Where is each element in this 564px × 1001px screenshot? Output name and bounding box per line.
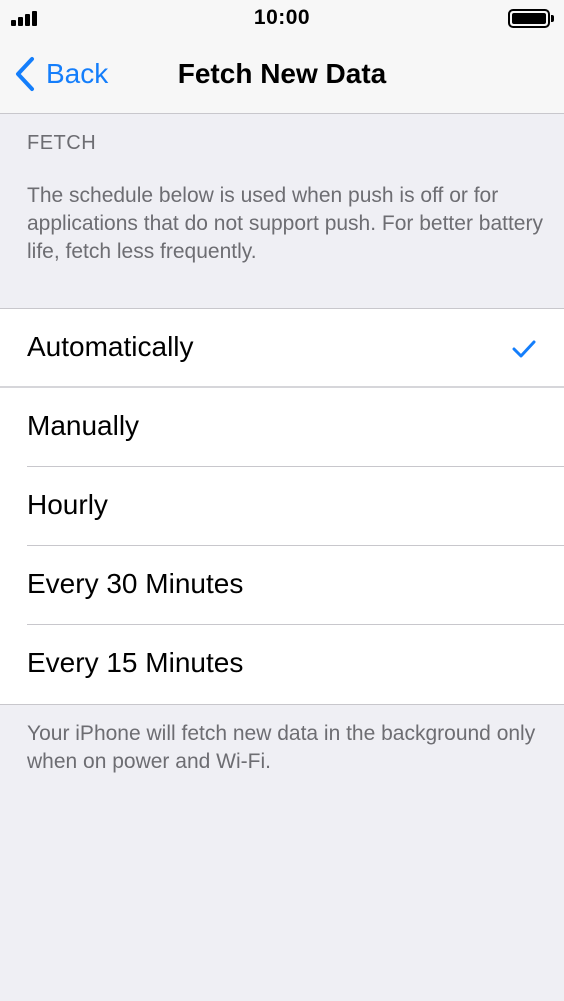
option-label: Every 30 Minutes xyxy=(27,568,244,599)
option-every-30-minutes[interactable]: Every 30 Minutes xyxy=(0,546,564,625)
option-automatically[interactable]: Automatically xyxy=(0,309,564,388)
fetch-options-list: Automatically Manually Hourly Every 30 M… xyxy=(0,308,564,705)
section-description: The schedule below is used when push is … xyxy=(27,184,543,263)
option-label: Every 15 Minutes xyxy=(27,647,244,678)
footer-note: Your iPhone will fetch new data in the b… xyxy=(27,722,536,773)
navigation-bar: Back Fetch New Data xyxy=(0,36,564,114)
page-title: Fetch New Data xyxy=(177,58,387,89)
status-time: 10:00 xyxy=(253,6,311,29)
option-manually[interactable]: Manually xyxy=(0,388,564,467)
status-bar: 10:00 xyxy=(0,0,564,36)
option-label: Automatically xyxy=(27,331,194,362)
battery-full-icon xyxy=(508,9,554,28)
option-label: Hourly xyxy=(27,489,108,520)
option-every-15-minutes[interactable]: Every 15 Minutes xyxy=(0,625,564,704)
section-header: FETCH xyxy=(27,132,97,154)
checkmark-icon xyxy=(512,340,536,358)
option-label: Manually xyxy=(27,410,140,441)
option-hourly[interactable]: Hourly xyxy=(0,467,564,546)
